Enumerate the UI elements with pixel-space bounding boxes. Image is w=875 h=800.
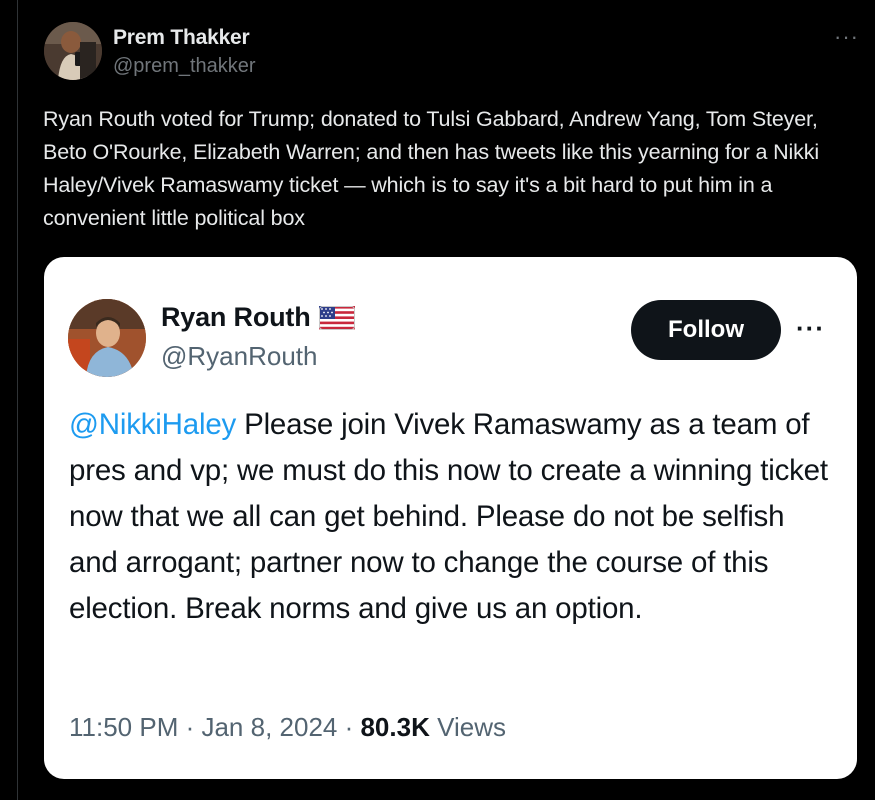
views-count[interactable]: 80.3K (360, 712, 429, 742)
tweet-date[interactable]: Jan 8, 2024 (201, 712, 337, 742)
author-name[interactable]: Prem Thakker (113, 26, 250, 50)
more-options-icon[interactable]: ··· (834, 26, 859, 48)
quoted-author-handle[interactable]: @RyanRouth (161, 341, 317, 372)
quoted-avatar-image (68, 299, 146, 377)
quoted-avatar[interactable] (68, 299, 146, 377)
follow-button[interactable]: Follow (631, 300, 781, 360)
mention-link[interactable]: @NikkiHaley (69, 408, 236, 441)
tweet-text: Ryan Routh voted for Trump; donated to T… (43, 107, 819, 230)
avatar[interactable] (44, 22, 102, 80)
left-rail (0, 0, 18, 800)
quoted-tweet-card[interactable]: Ryan Routh @RyanRouth Follow ··· @NikkiH… (44, 257, 857, 779)
quoted-author-name-text: Ryan Routh (161, 302, 311, 332)
us-flag-icon (318, 305, 355, 330)
tweet-metadata: 11:50 PM · Jan 8, 2024 · 80.3K Views (69, 712, 506, 743)
views-label: Views (429, 712, 506, 742)
quoted-tweet-text: @NikkiHaley Please join Vivek Ramaswamy … (69, 402, 839, 632)
avatar-image (44, 22, 102, 80)
quoted-more-options-icon[interactable]: ··· (796, 315, 825, 341)
tweet[interactable]: Prem Thakker @prem_thakker ··· Ryan Rout… (19, 0, 875, 800)
quoted-author-name[interactable]: Ryan Routh (161, 302, 355, 333)
tweet-time[interactable]: 11:50 PM (69, 712, 178, 742)
author-handle[interactable]: @prem_thakker (113, 55, 256, 78)
meta-separator: · (337, 712, 361, 742)
meta-separator: · (178, 712, 202, 742)
